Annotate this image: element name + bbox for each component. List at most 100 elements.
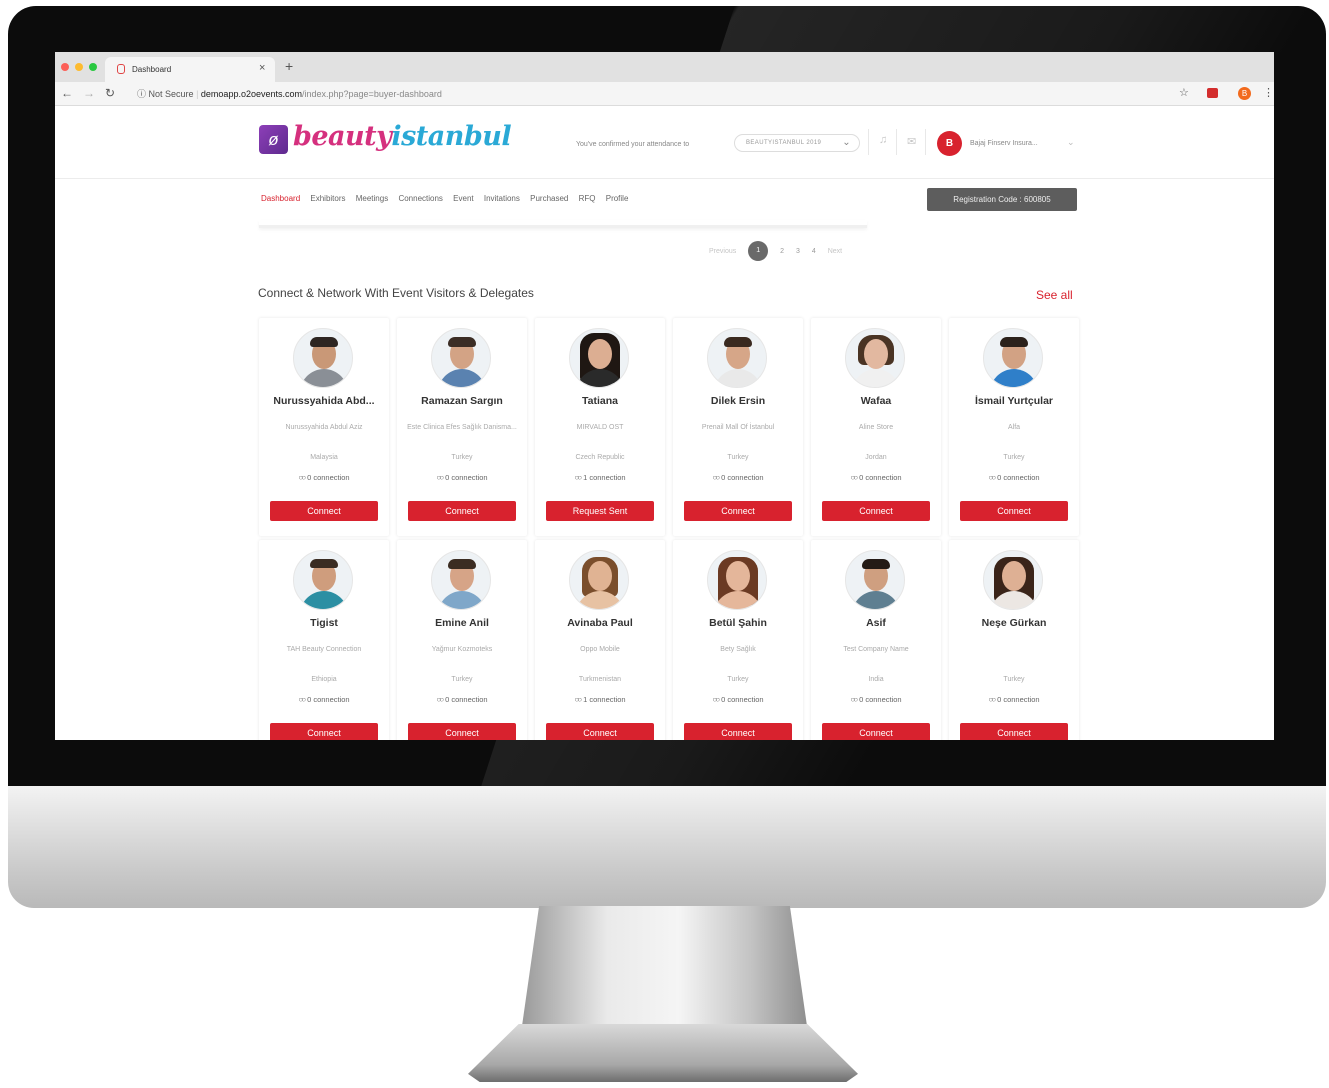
close-tab-icon[interactable]: × (259, 62, 265, 74)
close-window-dot[interactable] (61, 63, 69, 71)
menu-item-connections[interactable]: Connections (398, 194, 442, 203)
delegate-country: Ethiopia (311, 676, 337, 683)
delegate-name[interactable]: Emine Anil (401, 617, 523, 629)
connection-icon: ○○ (850, 695, 858, 704)
delegate-card[interactable]: İsmail Yurtçular Alfa Turkey ○○ 0 connect… (949, 318, 1079, 536)
connect-button[interactable]: Connect (960, 501, 1068, 521)
chevron-down-icon: ⌄ (842, 137, 851, 148)
pagination-next[interactable]: Next (828, 248, 842, 255)
connection-count-text: 1 connection (583, 695, 626, 704)
avatar (707, 328, 767, 388)
connect-button[interactable]: Connect (408, 723, 516, 740)
delegate-company: Alfa (1007, 424, 1021, 431)
delegate-name[interactable]: Nurussyahida Abd... (263, 395, 385, 407)
connection-count-text: 0 connection (445, 473, 488, 482)
connect-button[interactable]: Connect (270, 501, 378, 521)
profile-extension-icon[interactable]: B (1238, 87, 1251, 100)
connect-button[interactable]: Connect (684, 723, 792, 740)
bell-icon[interactable]: ♫ (879, 134, 887, 146)
event-select[interactable]: BEAUTYISTANBUL 2019 ⌄ (734, 134, 860, 152)
delegate-name[interactable]: Dilek Ersin (677, 395, 799, 407)
see-all-link[interactable]: See all (1036, 288, 1073, 302)
site-logo[interactable]: beautyistanbul (293, 121, 512, 152)
pagination-page-3[interactable]: 3 (796, 248, 800, 255)
connection-icon: ○○ (988, 473, 996, 482)
tab-bar: Dashboard × + (55, 52, 1274, 82)
connect-button[interactable]: Connect (546, 723, 654, 740)
delegate-name[interactable]: Avinaba Paul (539, 617, 661, 629)
forward-arrow-icon[interactable]: → (83, 86, 95, 100)
connection-count: ○○ 0 connection (677, 473, 799, 482)
connect-button[interactable]: Connect (822, 723, 930, 740)
delegate-card[interactable]: Betül Şahin Bety Sağlık Turkey ○○ 0 conne… (673, 540, 803, 740)
pagination-previous[interactable]: Previous (709, 248, 736, 255)
delegate-card[interactable]: Nurussyahida Abd... Nurussyahida Abdul A… (259, 318, 389, 536)
delegate-country: Turkey (1003, 454, 1025, 461)
delegate-card[interactable]: Avinaba Paul Oppo Mobile Turkmenistan ○○… (535, 540, 665, 740)
chevron-down-icon[interactable]: ⌄ (1067, 137, 1075, 148)
connect-button[interactable]: Connect (684, 501, 792, 521)
user-avatar[interactable]: B (937, 131, 962, 156)
url-field[interactable]: ⓘ Not Secure | demoapp.o2oevents.com/ind… (137, 87, 442, 100)
imac-mockup: Dashboard × + ← → ↻ ⓘ Not Secure | demoa… (0, 0, 1329, 1088)
delegate-card[interactable]: Wafaa Aline Store Jordan ○○ 0 connection … (811, 318, 941, 536)
delegate-card[interactable]: Neşe Gürkan Turkey ○○ 0 connection Connec… (949, 540, 1079, 740)
delegate-name[interactable]: İsmail Yurtçular (953, 395, 1075, 407)
pagination-page-2[interactable]: 2 (780, 248, 784, 255)
menu-item-profile[interactable]: Profile (606, 194, 629, 203)
menu-item-event[interactable]: Event (453, 194, 473, 203)
connect-button[interactable]: Connect (822, 501, 930, 521)
delegate-name[interactable]: Wafaa (815, 395, 937, 407)
delegate-card[interactable]: Tatiana MIRVALD OST Czech Republic ○○ 1 c… (535, 318, 665, 536)
maximize-window-dot[interactable] (89, 63, 97, 71)
request-sent-button[interactable]: Request Sent (546, 501, 654, 521)
delegate-country: Turkey (727, 454, 749, 461)
reload-icon[interactable]: ↻ (105, 86, 115, 100)
delegate-name[interactable]: Tatiana (539, 395, 661, 407)
delegate-card[interactable]: Emine Anil Yağmur Kozmoteks Turkey ○○ 0 c… (397, 540, 527, 740)
connection-count-text: 0 connection (997, 473, 1040, 482)
connection-count: ○○ 0 connection (815, 473, 937, 482)
monitor-chin (8, 786, 1326, 908)
menu-item-rfq[interactable]: RFQ (579, 194, 596, 203)
connect-button[interactable]: Connect (960, 723, 1068, 740)
connect-button[interactable]: Connect (408, 501, 516, 521)
browser-tab[interactable]: Dashboard × (105, 57, 275, 82)
menu-item-dashboard[interactable]: Dashboard (261, 194, 300, 203)
back-arrow-icon[interactable]: ← (61, 86, 73, 100)
menu-item-purchased[interactable]: Purchased (530, 194, 568, 203)
delegate-name[interactable]: Neşe Gürkan (953, 617, 1075, 629)
mail-icon[interactable]: ✉ (907, 135, 916, 148)
logo-icon[interactable]: ø (259, 125, 288, 154)
delegate-card[interactable]: Tigist TAH Beauty Connection Ethiopia ○○… (259, 540, 389, 740)
monitor-stand-base (468, 1024, 858, 1082)
extension-icon[interactable] (1207, 88, 1218, 98)
avatar (569, 328, 629, 388)
connection-count: ○○ 0 connection (263, 695, 385, 704)
delegate-company: Este Clinica Efes Sağlık Danisma... (407, 424, 517, 431)
delegate-name[interactable]: Betül Şahin (677, 617, 799, 629)
delegate-card[interactable]: Asif Test Company Name India ○○ 0 connect… (811, 540, 941, 740)
user-name[interactable]: Bajaj Finserv Insura... (970, 140, 1038, 147)
delegate-name[interactable]: Asif (815, 617, 937, 629)
browser-menu-icon[interactable]: ⋮ (1263, 86, 1274, 99)
pagination-page-4[interactable]: 4 (812, 248, 816, 255)
menu-item-exhibitors[interactable]: Exhibitors (310, 194, 345, 203)
new-tab-button[interactable]: + (285, 58, 293, 74)
minimize-window-dot[interactable] (75, 63, 83, 71)
pagination: Previous 1 2 3 4 Next (709, 241, 852, 261)
delegate-country: Jordan (865, 454, 887, 461)
connect-button[interactable]: Connect (270, 723, 378, 740)
delegate-name[interactable]: Ramazan Sargın (401, 395, 523, 407)
delegate-card[interactable]: Ramazan Sargın Este Clinica Efes Sağlık … (397, 318, 527, 536)
bookmark-star-icon[interactable]: ☆ (1179, 86, 1189, 99)
menu-item-meetings[interactable]: Meetings (356, 194, 388, 203)
pagination-page-1[interactable]: 1 (748, 241, 769, 261)
delegate-card[interactable]: Dilek Ersin Prenail Mall Of İstanbul Tur… (673, 318, 803, 536)
delegate-name[interactable]: Tigist (263, 617, 385, 629)
connection-count: ○○ 0 connection (815, 695, 937, 704)
delegate-country: Malaysia (310, 454, 338, 461)
menu-item-invitations[interactable]: Invitations (484, 194, 520, 203)
connection-icon: ○○ (298, 695, 306, 704)
connection-count-text: 0 connection (307, 473, 350, 482)
